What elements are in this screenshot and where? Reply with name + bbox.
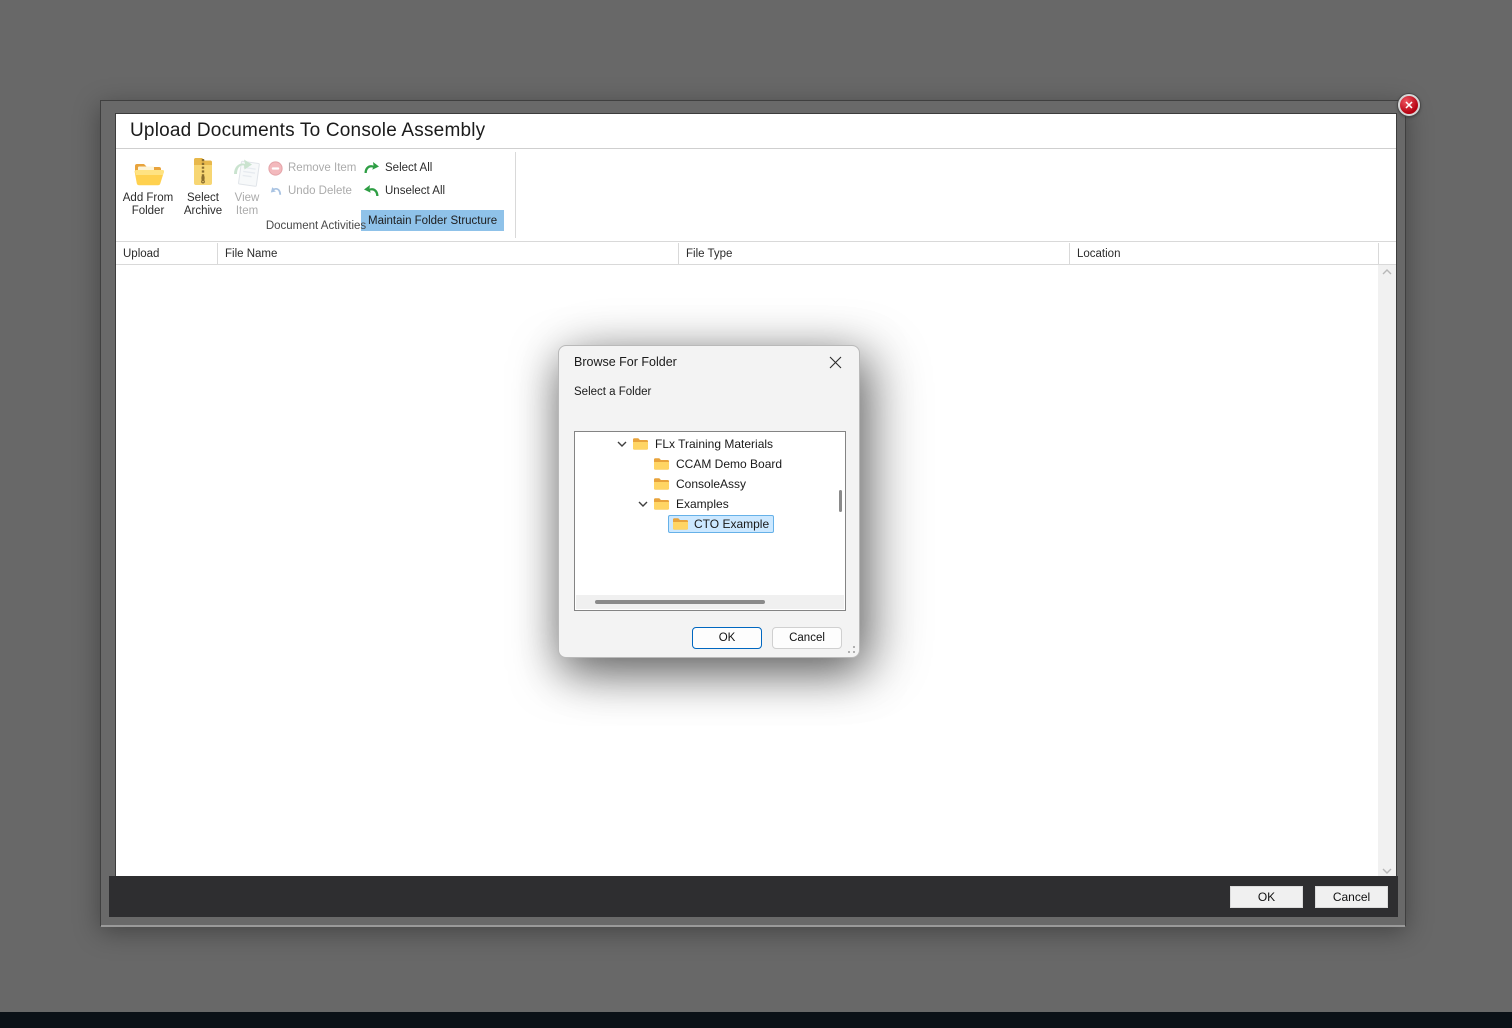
remove-item-button[interactable]: Remove Item — [268, 158, 356, 178]
x-icon — [829, 356, 842, 369]
select-archive-label: Select Archive — [184, 192, 222, 218]
grid-vertical-scrollbar[interactable] — [1378, 265, 1396, 878]
tree-item-label: CCAM Demo Board — [676, 457, 782, 471]
scroll-up-icon[interactable] — [1382, 269, 1392, 275]
select-archive-button[interactable]: Select Archive — [180, 156, 226, 220]
scroll-down-icon[interactable] — [1382, 868, 1392, 874]
undo-arrow-icon — [268, 184, 283, 199]
ribbon-group-label: Document Activities — [176, 220, 456, 232]
view-item-label: View Item — [235, 192, 260, 218]
tree-selection-highlight[interactable]: CTO Example — [668, 515, 774, 533]
folder-icon — [653, 497, 670, 511]
window-footer-bar: OK Cancel — [109, 876, 1398, 917]
column-header-location[interactable]: Location — [1070, 243, 1379, 264]
zip-folder-icon — [190, 156, 216, 188]
folder-icon — [653, 457, 670, 471]
window-close-button[interactable]: ✕ — [1398, 94, 1420, 116]
tree-item-ccam-demo-board[interactable]: CCAM Demo Board — [575, 454, 835, 474]
tree-item-cto-example[interactable]: CTO Example — [653, 514, 835, 534]
column-header-file-type[interactable]: File Type — [679, 243, 1070, 264]
dialog-resize-grip[interactable] — [847, 645, 856, 654]
view-document-icon — [232, 156, 262, 188]
tree-horizontal-scrollbar-thumb[interactable] — [595, 600, 765, 604]
dialog-close-button[interactable] — [824, 351, 846, 373]
remove-item-label: Remove Item — [288, 162, 356, 174]
undo-delete-label: Undo Delete — [288, 185, 352, 197]
document-activities-ribbon: Add From Folder Select Archive — [116, 150, 1396, 242]
main-cancel-button[interactable]: Cancel — [1315, 886, 1388, 908]
file-grid-header: Upload File Name File Type Location — [116, 243, 1396, 265]
chevron-down-icon[interactable] — [632, 496, 653, 512]
select-a-folder-label: Select a Folder — [574, 386, 651, 398]
tree-item-flx-training-materials[interactable]: FLx Training Materials — [575, 434, 835, 454]
window-titlebar: Upload Documents To Console Assembly — [116, 114, 1396, 149]
add-from-folder-button[interactable]: Add From Folder — [122, 156, 174, 220]
column-header-file-name[interactable]: File Name — [218, 243, 679, 264]
taskbar-strip — [0, 1012, 1512, 1028]
tree-item-label: CTO Example — [694, 517, 769, 531]
main-ok-button[interactable]: OK — [1230, 886, 1303, 908]
green-curved-arrow-left-icon — [363, 184, 380, 198]
tree-item-label: ConsoleAssy — [676, 477, 746, 491]
tree-item-label: Examples — [676, 497, 729, 511]
tree-item-examples[interactable]: Examples — [575, 494, 835, 514]
tree-item-consoleassy[interactable]: ConsoleAssy — [575, 474, 835, 494]
folder-icon — [672, 517, 689, 531]
folder-icon — [653, 477, 670, 491]
select-all-button[interactable]: Select All — [363, 158, 432, 178]
folder-tree: FLx Training Materials CCAM Demo Board C… — [574, 431, 846, 611]
view-item-button[interactable]: View Item — [226, 156, 268, 220]
undo-delete-button[interactable]: Undo Delete — [268, 181, 352, 201]
browse-for-folder-dialog: Browse For Folder Select a Folder FLx Tr… — [558, 345, 860, 658]
column-header-upload[interactable]: Upload — [116, 243, 218, 264]
tree-item-label: FLx Training Materials — [655, 437, 773, 451]
dialog-cancel-button[interactable]: Cancel — [772, 627, 842, 649]
chevron-down-icon[interactable] — [611, 436, 632, 452]
green-curved-arrow-right-icon — [363, 161, 380, 175]
dialog-ok-button[interactable]: OK — [692, 627, 762, 649]
window-title: Upload Documents To Console Assembly — [130, 120, 485, 142]
open-folder-icon — [132, 156, 165, 188]
ribbon-separator — [515, 152, 516, 238]
folder-icon — [632, 437, 649, 451]
select-all-label: Select All — [385, 162, 432, 174]
dialog-title: Browse For Folder — [574, 355, 677, 369]
tree-horizontal-scrollbar[interactable] — [576, 595, 844, 609]
unselect-all-label: Unselect All — [385, 185, 445, 197]
add-from-folder-label: Add From Folder — [123, 192, 174, 218]
unselect-all-button[interactable]: Unselect All — [363, 181, 445, 201]
tree-vertical-scrollbar-thumb[interactable] — [839, 490, 842, 512]
column-header-filler — [1379, 243, 1396, 264]
remove-circle-icon — [268, 161, 283, 176]
